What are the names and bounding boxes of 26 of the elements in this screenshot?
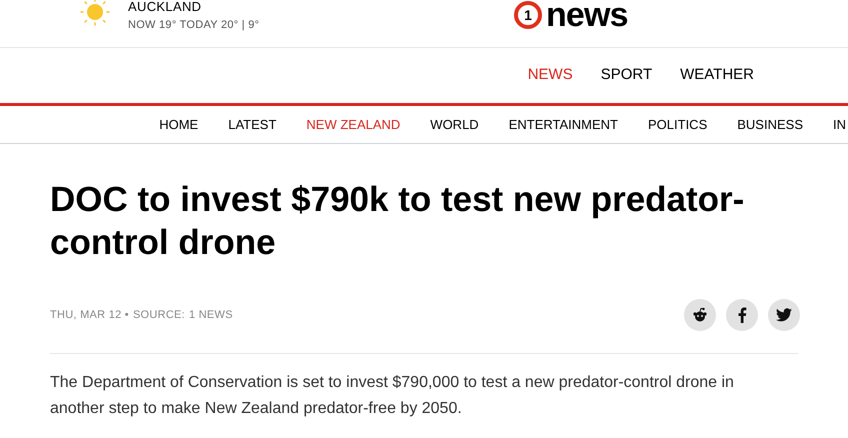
facebook-icon [737, 307, 747, 323]
source-label: SOURCE: [132, 308, 185, 323]
nav-link[interactable]: LATEST [228, 114, 276, 134]
nav-link[interactable]: IN [833, 114, 846, 134]
city-name: AUCKLAND [128, 0, 202, 14]
article-date: THU, MAR 12 • [50, 308, 129, 323]
section-tab[interactable]: NEWS [528, 64, 573, 87]
nav-link[interactable]: POLITICS [648, 114, 708, 134]
logo[interactable]: 1 news [514, 0, 628, 30]
section-tab[interactable]: SPORT [600, 64, 652, 87]
section-tab[interactable]: WEATHER [680, 64, 754, 87]
source-name: 1 NEWS [188, 308, 233, 323]
nav-link[interactable]: BUSINESS [737, 114, 803, 134]
reddit-icon [692, 307, 708, 323]
nav-link[interactable]: ENTERTAINMENT [508, 114, 618, 134]
nav-link[interactable]: WORLD [430, 114, 479, 134]
article-paragraph: The Department of Conservation is set to invest $790,000 to test a new predator-control drone in another step to make New Zealand predator-free by 2050. [50, 373, 735, 419]
reddit-share-button[interactable] [684, 299, 716, 331]
weather-summary: NOW 19° TODAY 20° | 9° [128, 18, 260, 33]
headline: DOC to invest $790k to test new predator-control drone [50, 179, 746, 264]
twitter-share-button[interactable] [768, 299, 800, 331]
facebook-share-button[interactable] [726, 299, 758, 331]
nav-link[interactable]: HOME [159, 114, 198, 134]
nav-link[interactable]: NEW ZEALAND [306, 114, 400, 134]
sun-icon [78, 0, 112, 26]
bird-icon [776, 308, 792, 322]
